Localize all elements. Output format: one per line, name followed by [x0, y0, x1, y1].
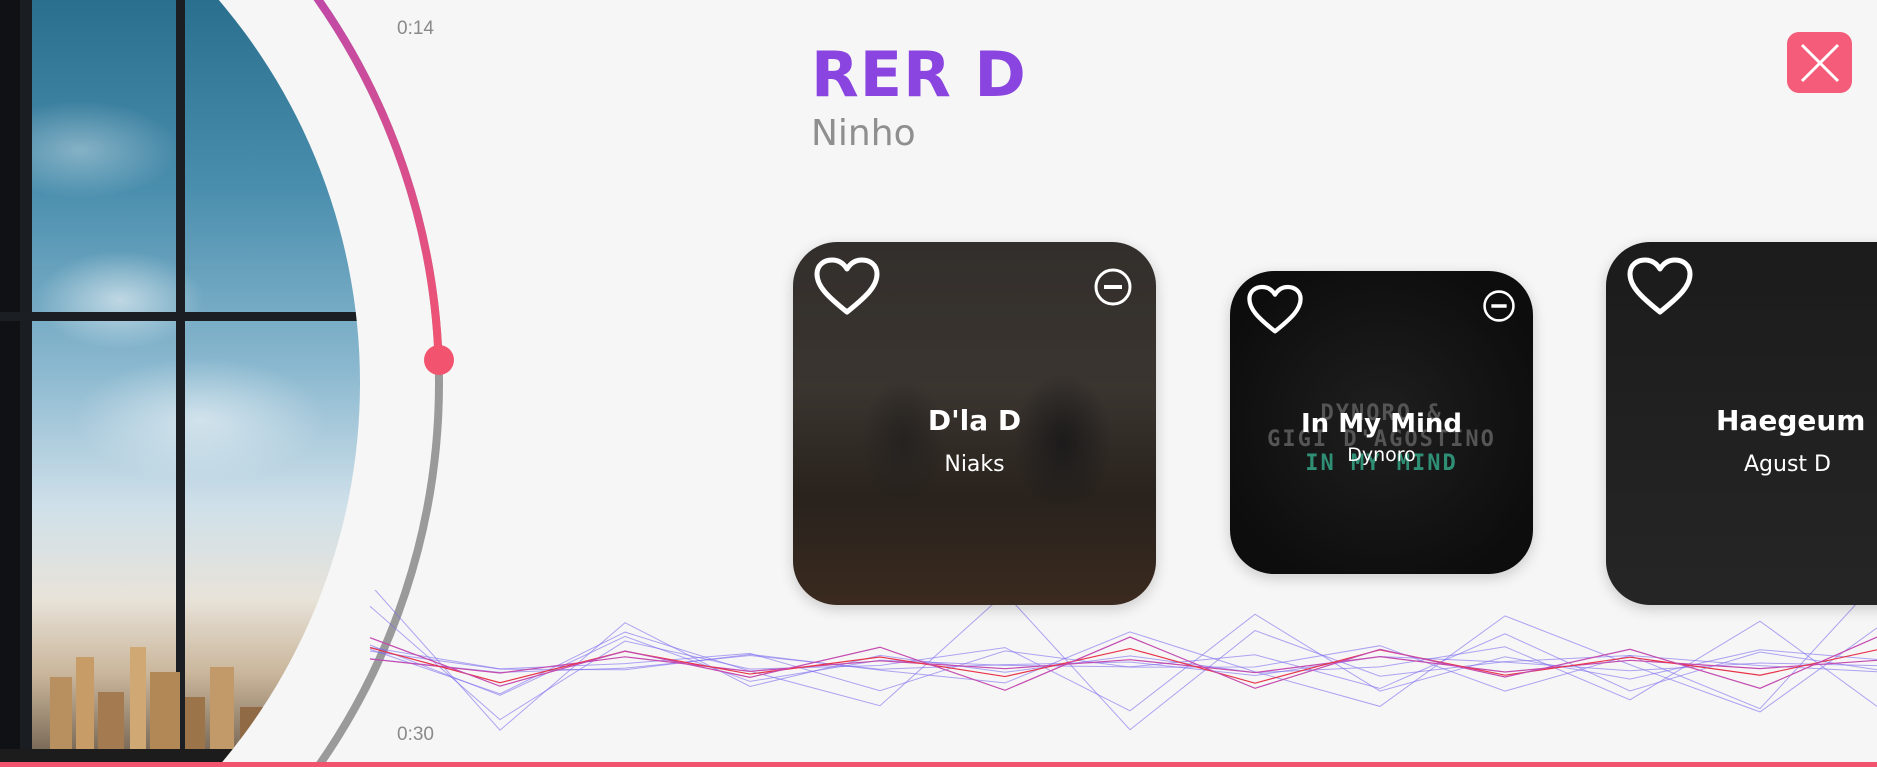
waveform-line — [369, 605, 1877, 721]
song-title: D'la D — [927, 404, 1022, 437]
heart-icon[interactable] — [1626, 256, 1694, 318]
track-title: RER D — [811, 38, 1027, 111]
audio-waveform — [369, 590, 1877, 731]
player-screen: 0:14 0:30 RER D Ninho D'la D Niaks DYNOR… — [0, 0, 1877, 767]
heart-icon[interactable] — [813, 256, 881, 318]
song-artist: Agust D — [1744, 452, 1831, 477]
recommendation-card[interactable]: Haegeum Agust D — [1606, 242, 1877, 605]
song-artist: Niaks — [944, 452, 1005, 477]
close-icon — [1800, 43, 1839, 82]
elapsed-time: 0:14 — [397, 18, 434, 39]
song-title: In My Mind — [1300, 409, 1462, 439]
remove-icon[interactable] — [1482, 289, 1516, 323]
waveform-line — [369, 647, 1877, 684]
seek-handle[interactable] — [423, 345, 454, 376]
song-artist: Dynoro — [1347, 444, 1416, 466]
remove-icon[interactable] — [1093, 267, 1133, 307]
track-artist: Ninho — [811, 113, 916, 154]
progress-baseline — [0, 762, 1877, 767]
window-frame — [0, 312, 360, 321]
recommendation-card[interactable]: DYNORO & GIGI D'AGOSTINO IN MY MIND In M… — [1230, 271, 1533, 574]
song-title: Haegeum — [1716, 404, 1866, 437]
heart-icon[interactable] — [1246, 283, 1304, 337]
recommendation-card[interactable]: D'la D Niaks — [793, 242, 1156, 605]
close-button[interactable] — [1787, 32, 1852, 93]
